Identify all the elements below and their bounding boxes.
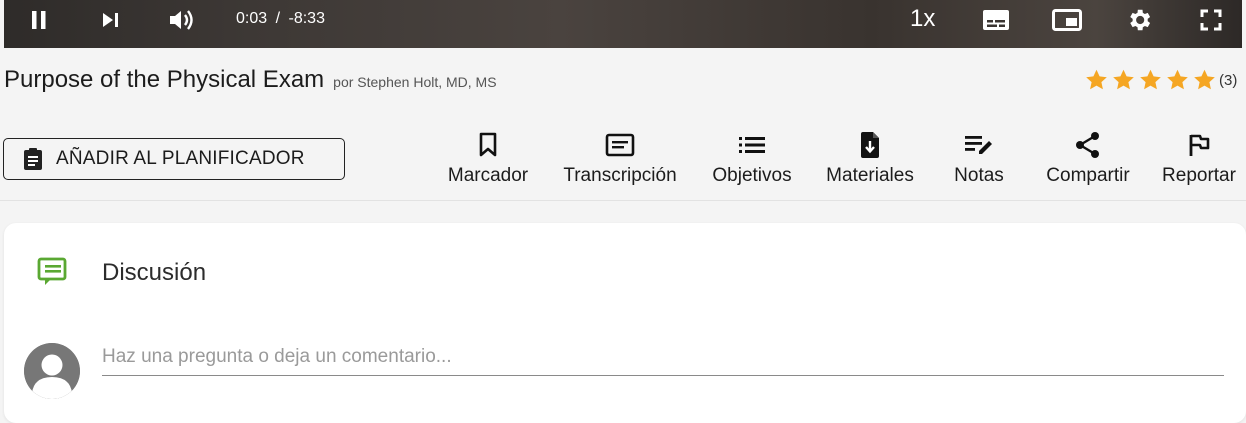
notes-label: Notas xyxy=(954,165,1004,186)
notes-button[interactable]: Notas xyxy=(946,130,1012,187)
pause-icon xyxy=(32,11,46,29)
add-to-planner-button[interactable]: AÑADIR AL PLANIFICADOR xyxy=(3,138,345,180)
share-button[interactable]: Compartir xyxy=(1040,130,1136,187)
rating[interactable]: (3) xyxy=(1084,68,1237,92)
share-icon xyxy=(1074,130,1102,160)
bookmark-button[interactable]: Marcador xyxy=(442,130,534,187)
report-label: Reportar xyxy=(1162,165,1236,186)
star-icon xyxy=(1140,69,1161,90)
discussion-icon xyxy=(37,257,67,285)
time-display: 0:03 / -8:33 xyxy=(236,10,325,28)
avatar xyxy=(24,343,80,399)
player-edge-right xyxy=(1242,0,1246,48)
time-separator: / xyxy=(275,10,281,27)
download-file-icon xyxy=(859,130,881,160)
volume-button[interactable] xyxy=(166,0,198,40)
materials-button[interactable]: Materiales xyxy=(820,130,920,187)
video-player-controls: 0:03 / -8:33 1x xyxy=(0,0,1246,48)
star-icon xyxy=(1113,69,1134,90)
share-label: Compartir xyxy=(1046,165,1130,186)
edit-note-icon xyxy=(964,130,994,160)
fullscreen-button[interactable] xyxy=(1196,0,1226,40)
discussion-card xyxy=(4,223,1246,423)
section-divider xyxy=(0,200,1246,201)
captions-icon xyxy=(983,10,1009,30)
pause-button[interactable] xyxy=(26,0,52,40)
add-to-planner-label: AÑADIR AL PLANIFICADOR xyxy=(56,148,305,169)
skip-next-button[interactable] xyxy=(98,0,124,40)
volume-icon xyxy=(170,10,193,30)
captions-button[interactable] xyxy=(980,0,1012,40)
time-current: 0:03 xyxy=(236,10,268,27)
report-button[interactable]: Reportar xyxy=(1156,130,1242,187)
user-icon xyxy=(24,343,80,399)
transcript-label: Transcripción xyxy=(563,165,677,186)
video-title: Purpose of the Physical Exam xyxy=(4,66,325,93)
transcript-icon xyxy=(605,130,635,160)
bookmark-icon xyxy=(478,130,498,160)
time-remaining: -8:33 xyxy=(288,10,325,27)
objectives-label: Objetivos xyxy=(712,165,792,186)
flag-icon xyxy=(1187,130,1211,160)
settings-button[interactable] xyxy=(1122,0,1156,40)
clipboard-icon xyxy=(24,148,42,170)
objectives-button[interactable]: Objetivos xyxy=(706,130,798,187)
rating-count: (3) xyxy=(1219,71,1238,89)
list-icon xyxy=(738,130,766,160)
comment-input[interactable] xyxy=(102,338,1224,376)
star-icon xyxy=(1086,69,1107,90)
picture-in-picture-button[interactable] xyxy=(1050,0,1084,40)
transcript-button[interactable]: Transcripción xyxy=(556,130,684,187)
skip-next-icon xyxy=(103,13,118,27)
materials-label: Materiales xyxy=(826,165,914,186)
discussion-title: Discusión xyxy=(102,259,207,286)
star-icon xyxy=(1167,69,1188,90)
star-icon xyxy=(1194,69,1215,90)
playback-speed-button[interactable]: 1x xyxy=(910,5,935,33)
settings-icon xyxy=(1130,9,1151,31)
bookmark-label: Marcador xyxy=(447,165,529,186)
video-author: por Stephen Holt, MD, MS xyxy=(333,74,497,90)
player-edge-left xyxy=(0,0,4,48)
picture-in-picture-icon xyxy=(1052,9,1082,31)
fullscreen-icon xyxy=(1200,9,1222,31)
video-title-row: Purpose of the Physical Exam por Stephen… xyxy=(4,66,497,94)
